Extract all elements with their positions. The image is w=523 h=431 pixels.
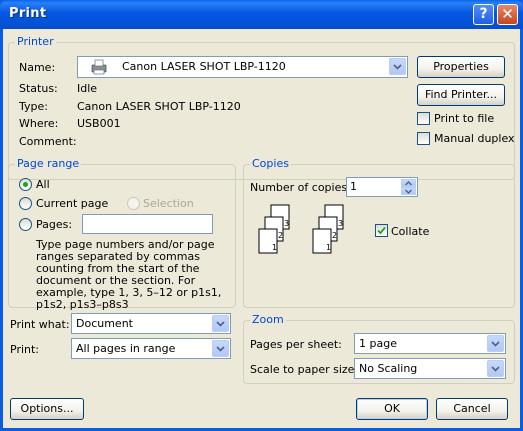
printer-name-select[interactable]: Canon LASER SHOT LBP-1120 [77,56,408,78]
page-number: 3 [284,219,289,228]
spin-up-icon[interactable] [401,179,416,187]
zoom-group-title: Zoom [250,313,286,326]
pages-per-sheet-dropdown-arrow[interactable] [487,335,504,352]
collate-label[interactable]: Collate [391,225,429,238]
chevron-down-icon [216,346,225,352]
print-dialog: Print ? ✕ Printer Name: Canon LASER SHOT… [0,0,523,431]
dialog-body: Printer Name: Canon LASER SHOT LBP-1120 … [3,29,520,428]
pages-per-sheet-select[interactable]: 1 page [354,333,506,354]
print-to-file-checkbox[interactable] [417,112,430,125]
collate-checkbox[interactable] [375,224,388,237]
page-number: 1 [272,243,277,252]
current-page-label[interactable]: Current page [36,197,108,210]
dialog-title: Print [9,6,47,21]
spin-down-icon[interactable] [401,187,416,195]
copies-value: 1 [350,180,357,193]
number-of-copies-label: Number of copies: [250,181,351,194]
print-what-select[interactable]: Document [71,313,231,334]
pages-label[interactable]: Pages: [36,218,72,231]
ok-button[interactable]: OK [356,398,428,420]
where-value: USB001 [77,117,121,130]
print-what-dropdown-arrow[interactable] [212,315,229,332]
help-button[interactable]: ? [473,4,494,25]
collate-illustration: 3 2 1 3 2 1 [257,203,367,265]
selection-label: Selection [143,197,194,210]
status-label: Status: [19,82,58,95]
printer-name-dropdown-arrow[interactable] [389,58,406,75]
chevron-down-icon [491,366,500,372]
page-number: 1 [326,243,331,252]
print-what-label: Print what: [10,318,70,331]
find-printer-button[interactable]: Find Printer... [417,84,505,106]
status-value: Idle [77,82,98,95]
name-label: Name: [19,61,56,74]
pages-input[interactable] [82,214,213,234]
title-bar[interactable]: Print ? ✕ [0,0,523,29]
printer-name-value: Canon LASER SHOT LBP-1120 [122,60,286,73]
printer-icon [90,59,108,78]
properties-button[interactable]: Properties [417,56,505,78]
type-value: Canon LASER SHOT LBP-1120 [77,100,241,113]
page-range-help-text: Type page numbers and/or page ranges sep… [36,238,222,311]
pages-per-sheet-value: 1 page [359,337,397,350]
checkmark-icon [377,226,386,235]
print-to-file-label[interactable]: Print to file [434,112,494,125]
cancel-button[interactable]: Cancel [436,398,508,420]
copies-group-title: Copies [250,157,291,170]
close-icon: ✕ [501,5,514,23]
chevron-down-icon [491,341,500,347]
where-label: Where: [19,117,59,130]
page-number: 2 [332,231,337,240]
pages-radio[interactable] [19,218,32,231]
page-range-all-radio[interactable] [19,178,32,191]
scale-dropdown-arrow[interactable] [487,360,504,377]
selection-radio[interactable] [127,197,140,210]
scale-to-paper-size-select[interactable]: No Scaling [354,358,506,379]
comment-label: Comment: [19,135,77,148]
copies-spinner[interactable]: 1 [346,177,418,197]
close-button[interactable]: ✕ [497,4,518,25]
print-value: All pages in range [76,342,176,355]
page-number: 3 [338,219,343,228]
options-button[interactable]: Options... [10,398,84,420]
page-number: 2 [278,231,283,240]
chevron-down-icon [393,64,402,70]
help-icon: ? [479,6,488,22]
print-label: Print: [10,343,40,356]
printer-group-title: Printer [15,35,56,48]
type-label: Type: [19,100,48,113]
chevron-down-icon [216,321,225,327]
print-dropdown-arrow[interactable] [212,340,229,357]
print-select[interactable]: All pages in range [71,338,231,359]
page-range-all-label[interactable]: All [36,178,50,191]
radio-dot-icon [23,182,28,187]
manual-duplex-checkbox[interactable] [417,132,430,145]
page-range-group-title: Page range [15,157,82,170]
current-page-radio[interactable] [19,197,32,210]
pages-per-sheet-label: Pages per sheet: [250,338,342,351]
scale-to-paper-size-value: No Scaling [359,362,418,375]
scale-to-paper-size-label: Scale to paper size: [250,363,359,376]
manual-duplex-label[interactable]: Manual duplex [434,132,515,145]
print-what-value: Document [76,317,133,330]
